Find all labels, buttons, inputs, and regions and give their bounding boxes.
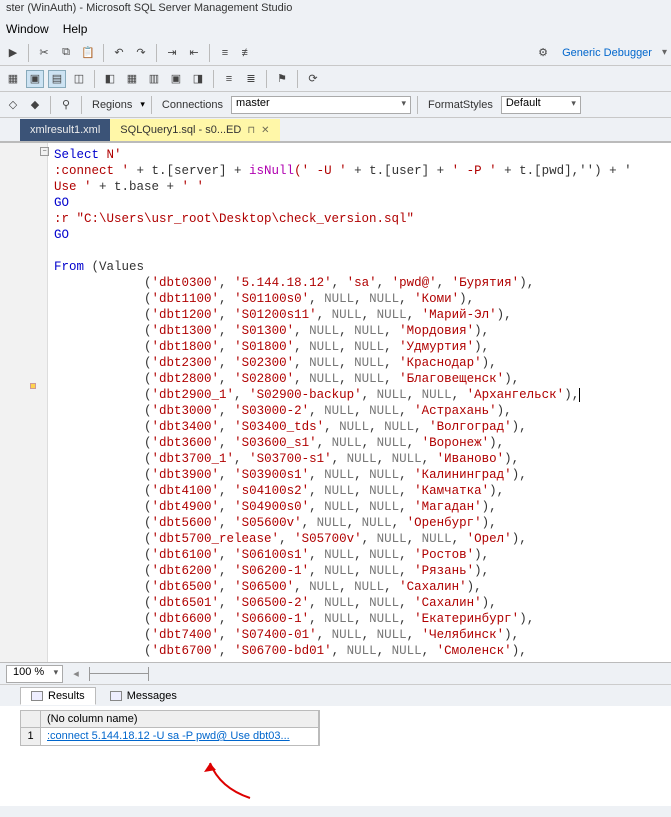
- toolbar-connection: ◇ ◆ ⚲ Regions ▾ Connections master Forma…: [0, 92, 671, 118]
- zoom-combo[interactable]: 100 %: [6, 665, 63, 683]
- option2-icon[interactable]: ◆: [26, 96, 44, 114]
- toolbar-main: ▶ ✂ ⧉ 📋 ↶ ↷ ⇥ ⇤ ≡ ≢ ⚙ Generic Debugger ▾: [0, 40, 671, 66]
- menu-window[interactable]: Window: [6, 22, 49, 38]
- tab-label: xmlresult1.xml: [30, 124, 100, 136]
- menu-help[interactable]: Help: [63, 22, 88, 38]
- align-icon[interactable]: ≡: [220, 70, 238, 88]
- undo-icon[interactable]: ↶: [110, 44, 128, 62]
- zoom-bar: 100 % ◂: [0, 662, 671, 684]
- messages-tab[interactable]: Messages: [100, 688, 187, 704]
- zoom-slider[interactable]: [89, 667, 149, 681]
- separator: [209, 44, 210, 62]
- connections-label: Connections: [158, 99, 227, 111]
- separator: [213, 70, 214, 88]
- messages-label: Messages: [127, 690, 177, 702]
- conn-icon[interactable]: ⚲: [57, 96, 75, 114]
- outline-collapse-icon[interactable]: −: [40, 147, 49, 156]
- bookmark-icon[interactable]: ⚑: [273, 70, 291, 88]
- tab-sqlquery[interactable]: SQLQuery1.sql - s0...ED ⊓ ✕: [110, 119, 279, 141]
- result-tabs: Results Messages: [0, 684, 671, 706]
- debugger-label[interactable]: Generic Debugger: [556, 47, 658, 59]
- row-number: 1: [21, 728, 41, 745]
- comment-icon[interactable]: ≡: [216, 44, 234, 62]
- grid-icon: [31, 691, 43, 701]
- regions-label[interactable]: Regions: [88, 99, 136, 111]
- toolbar-secondary: ▦ ▣ ▤ ◫ ◧ ▦ ▥ ▣ ◨ ≡ ≣ ⚑ ⟳: [0, 66, 671, 92]
- grid-header: (No column name): [20, 710, 320, 728]
- separator: [103, 44, 104, 62]
- row-header-blank: [21, 711, 41, 727]
- document-tabs: xmlresult1.xml SQLQuery1.sql - s0...ED ⊓…: [0, 118, 671, 142]
- sql-editor[interactable]: − Select N' :connect ' + t.[server] + is…: [0, 142, 671, 662]
- separator: [417, 96, 418, 114]
- results-tab[interactable]: Results: [20, 687, 96, 705]
- separator: [156, 44, 157, 62]
- format-icon[interactable]: ≣: [242, 70, 260, 88]
- formatstyle-combo[interactable]: Default: [501, 96, 581, 114]
- view-icon[interactable]: ▥: [145, 70, 163, 88]
- column-header[interactable]: (No column name): [41, 711, 319, 727]
- menu-bar: Window Help: [0, 20, 671, 40]
- database-combo[interactable]: master: [231, 96, 411, 114]
- refresh-icon[interactable]: ⟳: [304, 70, 322, 88]
- option-icon[interactable]: ◇: [4, 96, 22, 114]
- dropdown-icon[interactable]: ▾: [140, 99, 145, 110]
- messages-icon: [110, 691, 122, 701]
- table-icon[interactable]: ▦: [123, 70, 141, 88]
- chart-icon[interactable]: ◫: [70, 70, 88, 88]
- window-title: ster (WinAuth) - Microsoft SQL Server Ma…: [0, 0, 671, 20]
- uncomment-icon[interactable]: ≢: [238, 44, 256, 62]
- result-cell-link[interactable]: :connect 5.144.18.12 -U sa -P pwd@ Use d…: [41, 728, 319, 745]
- separator: [28, 44, 29, 62]
- grid-row[interactable]: 1 :connect 5.144.18.12 -U sa -P pwd@ Use…: [20, 728, 320, 746]
- sql-icon[interactable]: ▣: [26, 70, 44, 88]
- separator: [151, 96, 152, 114]
- db-icon[interactable]: ◧: [101, 70, 119, 88]
- sp-icon[interactable]: ◨: [189, 70, 207, 88]
- cut-icon[interactable]: ✂: [35, 44, 53, 62]
- result-icon[interactable]: ▤: [48, 70, 66, 88]
- separator: [50, 96, 51, 114]
- dropdown-icon[interactable]: ▾: [662, 47, 667, 58]
- close-icon[interactable]: ✕: [261, 125, 269, 136]
- separator: [266, 70, 267, 88]
- indent-icon[interactable]: ⇥: [163, 44, 181, 62]
- editor-gutter: −: [0, 143, 48, 662]
- separator: [94, 70, 95, 88]
- grid-icon[interactable]: ▦: [4, 70, 22, 88]
- debug-icon[interactable]: ⚙: [534, 44, 552, 62]
- results-grid: (No column name) 1 :connect 5.144.18.12 …: [0, 706, 671, 806]
- tab-label: SQLQuery1.sql - s0...ED: [120, 124, 241, 136]
- paste-icon[interactable]: 📋: [79, 44, 97, 62]
- separator: [81, 96, 82, 114]
- formatstyles-label: FormatStyles: [424, 99, 497, 111]
- execute-icon[interactable]: ▶: [4, 44, 22, 62]
- results-label: Results: [48, 690, 85, 702]
- func-icon[interactable]: ▣: [167, 70, 185, 88]
- copy-icon[interactable]: ⧉: [57, 44, 75, 62]
- code-area[interactable]: Select N' :connect ' + t.[server] + isNu…: [48, 143, 671, 662]
- separator: [297, 70, 298, 88]
- redo-icon[interactable]: ↷: [132, 44, 150, 62]
- tab-xmlresult[interactable]: xmlresult1.xml: [20, 119, 110, 141]
- outdent-icon[interactable]: ⇤: [185, 44, 203, 62]
- zoom-prev-icon[interactable]: ◂: [73, 667, 79, 680]
- pin-icon[interactable]: ⊓: [247, 125, 255, 136]
- edit-marker: [30, 383, 36, 389]
